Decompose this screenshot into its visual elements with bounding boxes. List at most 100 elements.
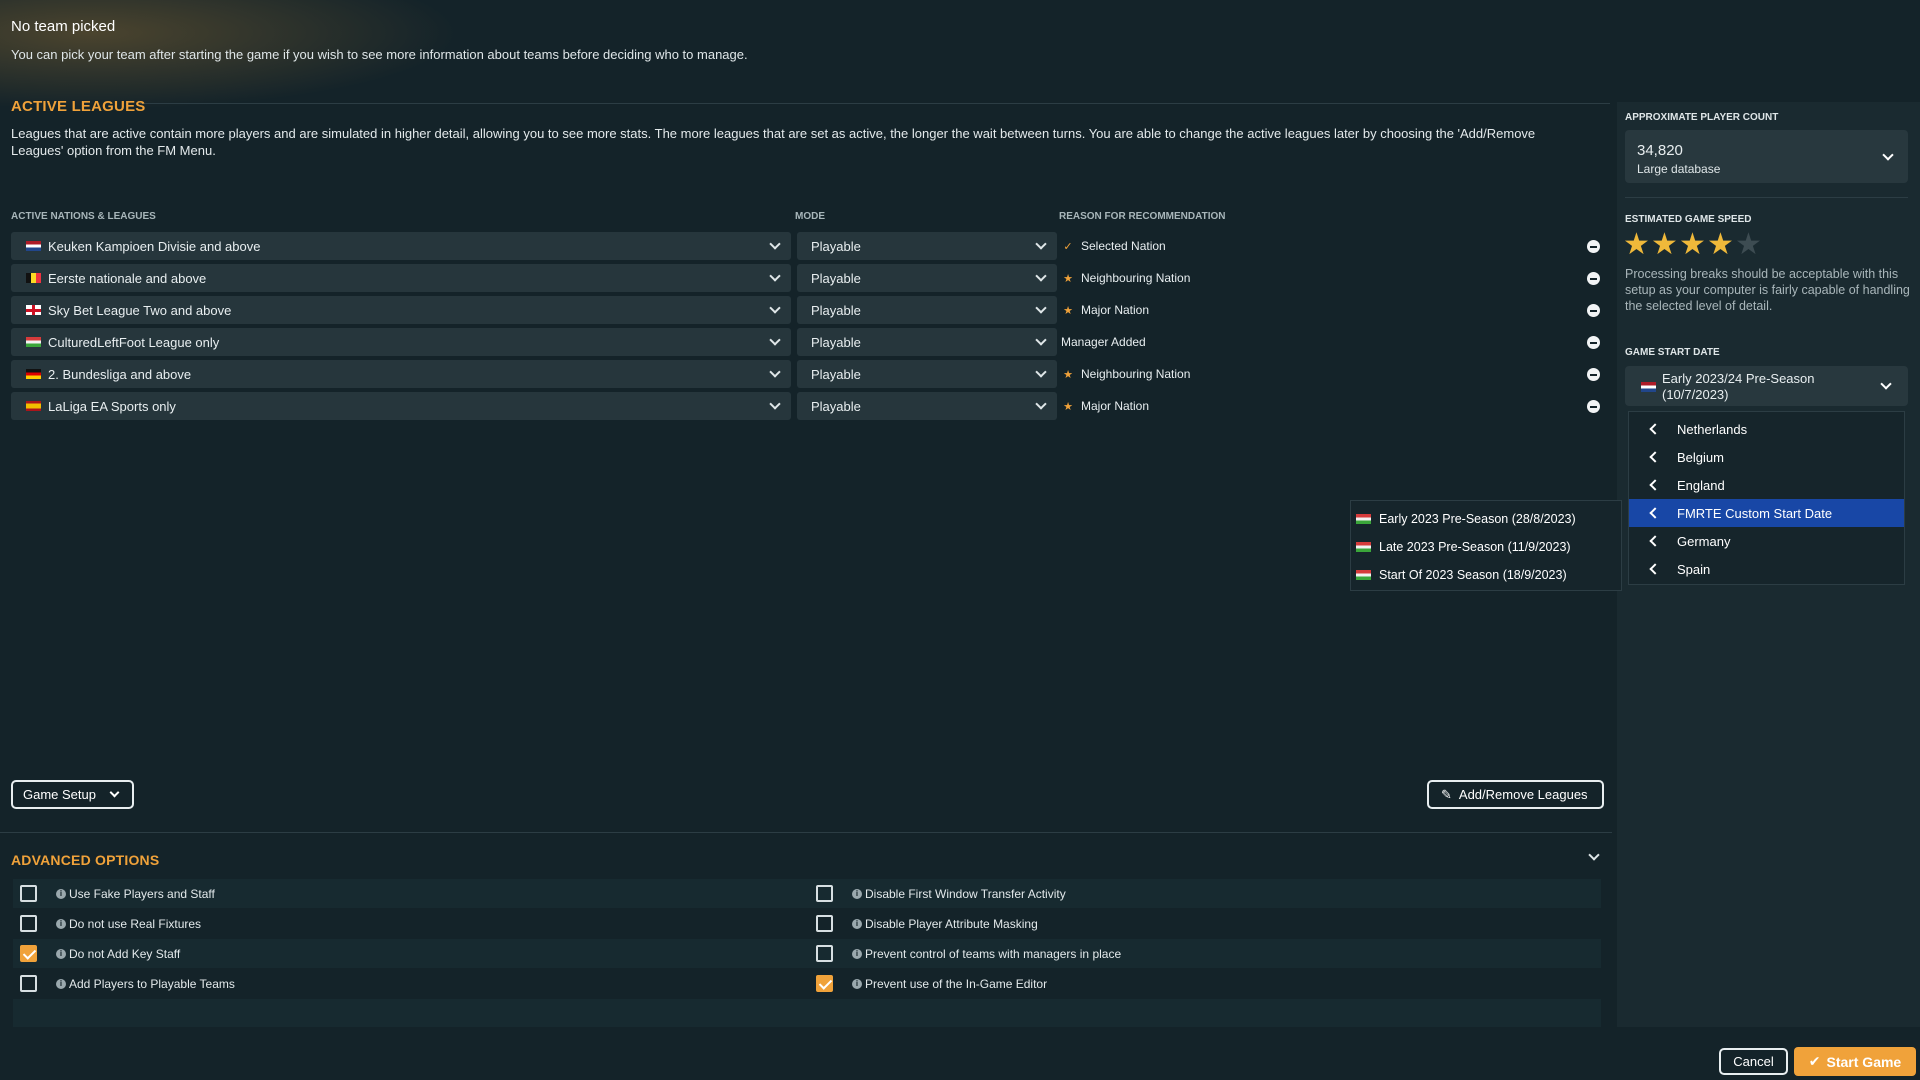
active-leagues-description: Leagues that are active contain more pla…: [11, 126, 1536, 158]
start-date-option[interactable]: Early 2023 Pre-Season (28/8/2023): [1351, 505, 1621, 533]
chevron-down-icon: [1882, 149, 1894, 161]
chevron-down-icon: [769, 366, 781, 378]
start-date-option[interactable]: Late 2023 Pre-Season (11/9/2023): [1351, 533, 1621, 561]
league-dropdown[interactable]: CulturedLeftFoot League only: [11, 328, 791, 356]
option-checkbox[interactable]: [816, 915, 833, 932]
star-icon: ★: [1651, 228, 1678, 261]
star-icon: ★: [1063, 368, 1073, 381]
netherlands-flag-icon: [26, 241, 41, 251]
nation-menu-item[interactable]: Belgium: [1629, 443, 1904, 471]
chevron-down-icon: [769, 398, 781, 410]
col-header-mode: MODE: [795, 211, 825, 222]
chevron-down-icon: [769, 302, 781, 314]
reason-label: Major Nation: [1081, 303, 1150, 317]
remove-league-icon[interactable]: [1587, 240, 1600, 253]
league-row: 2. Bundesliga and above Playable ★ Neighbou…: [0, 360, 1610, 388]
mode-value: Playable: [811, 334, 861, 350]
chevron-down-icon: [769, 270, 781, 282]
remove-league-icon[interactable]: [1587, 304, 1600, 317]
start-date-option-label: Start Of 2023 Season (18/9/2023): [1379, 568, 1567, 582]
league-dropdown[interactable]: LaLiga EA Sports only: [11, 392, 791, 420]
league-dropdown[interactable]: 2. Bundesliga and above: [11, 360, 791, 388]
chevron-down-icon: [1035, 366, 1047, 378]
league-name: Keuken Kampioen Divisie and above: [48, 238, 261, 254]
game-setup-button[interactable]: Game Setup: [11, 780, 134, 809]
section-divider: [1625, 197, 1908, 198]
league-name: Eerste nationale and above: [48, 270, 207, 286]
option-row: [13, 879, 1601, 908]
start-date-dropdown[interactable]: Early 2023/24 Pre-Season (10/7/2023): [1625, 366, 1908, 406]
mode-dropdown[interactable]: Playable: [797, 360, 1057, 388]
option-checkbox[interactable]: [816, 945, 833, 962]
remove-league-icon[interactable]: [1587, 272, 1600, 285]
info-icon[interactable]: i: [56, 919, 66, 929]
nation-menu-label: FMRTE Custom Start Date: [1677, 505, 1833, 521]
remove-league-icon[interactable]: [1587, 400, 1600, 413]
recommendation-reason: ★ Major Nation: [1061, 296, 1601, 324]
star-icon: ★: [1063, 272, 1073, 285]
option-checkbox[interactable]: [20, 915, 37, 932]
option-checkbox[interactable]: [816, 975, 833, 992]
chevron-down-icon: [1035, 398, 1047, 410]
info-icon[interactable]: i: [852, 949, 862, 959]
nation-menu-item[interactable]: Germany: [1629, 527, 1904, 555]
chevron-down-icon[interactable]: [1588, 849, 1600, 861]
star-icon: ★: [1623, 228, 1650, 261]
remove-league-icon[interactable]: [1587, 368, 1600, 381]
info-icon[interactable]: i: [852, 979, 862, 989]
start-date-option[interactable]: Start Of 2023 Season (18/9/2023): [1351, 561, 1621, 589]
custom-flag-icon: [1356, 570, 1371, 580]
chevron-down-icon: [1035, 238, 1047, 250]
cancel-label: Cancel: [1733, 1054, 1774, 1069]
recommendation-reason: ✓ Selected Nation: [1061, 232, 1601, 260]
chevron-down-icon: [1035, 302, 1047, 314]
mode-value: Playable: [811, 302, 861, 318]
mode-value: Playable: [811, 398, 861, 414]
team-title: No team picked: [11, 18, 116, 35]
league-row: LaLiga EA Sports only Playable ★ Major Nati…: [0, 392, 1610, 420]
chevron-down-icon: [769, 238, 781, 250]
mode-dropdown[interactable]: Playable: [797, 328, 1057, 356]
chevron-left-icon: [1649, 423, 1661, 435]
active-leagues-title: ACTIVE LEAGUES: [11, 98, 146, 115]
nation-menu: Netherlands Belgium England FMRTE Custom St…: [1628, 411, 1905, 585]
nation-menu-item[interactable]: England: [1629, 471, 1904, 499]
option-label: Disable Player Attribute Masking: [865, 917, 1038, 931]
info-icon[interactable]: i: [852, 889, 862, 899]
pencil-icon: ✎: [1441, 786, 1452, 802]
nation-menu-label: Belgium: [1677, 449, 1724, 465]
league-name: LaLiga EA Sports only: [48, 398, 176, 414]
league-dropdown[interactable]: Sky Bet League Two and above: [11, 296, 791, 324]
nation-menu-item[interactable]: Spain: [1629, 555, 1904, 583]
league-dropdown[interactable]: Keuken Kampioen Divisie and above: [11, 232, 791, 260]
info-icon[interactable]: i: [56, 979, 66, 989]
start-date-option-label: Early 2023 Pre-Season (28/8/2023): [1379, 512, 1576, 526]
mode-dropdown[interactable]: Playable: [797, 392, 1057, 420]
info-icon[interactable]: i: [56, 889, 66, 899]
cancel-button[interactable]: Cancel: [1719, 1048, 1788, 1075]
nation-menu-item[interactable]: Netherlands: [1629, 415, 1904, 443]
mode-value: Playable: [811, 238, 861, 254]
add-remove-leagues-label: Add/Remove Leagues: [1458, 787, 1588, 802]
mode-dropdown[interactable]: Playable: [797, 232, 1057, 260]
check-icon: ✓: [1063, 240, 1073, 253]
chevron-left-icon: [1649, 563, 1661, 575]
option-checkbox[interactable]: [20, 885, 37, 902]
mode-dropdown[interactable]: Playable: [797, 264, 1057, 292]
option-checkbox[interactable]: [20, 975, 37, 992]
nation-menu-item[interactable]: FMRTE Custom Start Date: [1629, 499, 1904, 527]
option-label: Use Fake Players and Staff: [69, 887, 215, 901]
recommendation-reason: ★ Neighbouring Nation: [1061, 360, 1601, 388]
germany-flag-icon: [26, 369, 41, 379]
option-checkbox[interactable]: [20, 945, 37, 962]
chevron-left-icon: [1649, 451, 1661, 463]
player-count-dropdown[interactable]: 34,820 Large database: [1625, 130, 1908, 183]
add-remove-leagues-button[interactable]: ✎ Add/Remove Leagues: [1427, 780, 1604, 809]
option-checkbox[interactable]: [816, 885, 833, 902]
remove-league-icon[interactable]: [1587, 336, 1600, 349]
start-game-button[interactable]: ✔ Start Game: [1794, 1047, 1916, 1076]
info-icon[interactable]: i: [852, 919, 862, 929]
mode-dropdown[interactable]: Playable: [797, 296, 1057, 324]
info-icon[interactable]: i: [56, 949, 66, 959]
league-dropdown[interactable]: Eerste nationale and above: [11, 264, 791, 292]
